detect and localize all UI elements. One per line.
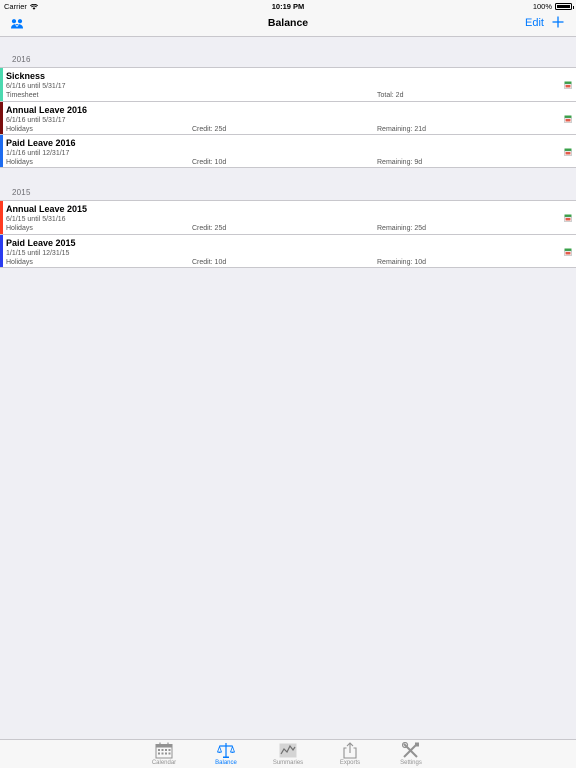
list-item-paid-leave-2015[interactable]: Paid Leave 2015 1/1/15 until 12/31/15 Ho…	[0, 234, 576, 267]
balance-list: 2016 Sickness 6/1/16 until 5/31/17 Times…	[0, 38, 576, 268]
tab-label: Calendar	[151, 760, 177, 766]
battery-icon	[555, 3, 574, 10]
tab-summaries[interactable]: Summaries	[258, 740, 318, 768]
item-dates: 1/1/16 until 12/31/17	[6, 150, 70, 157]
item-remaining: Remaining: 10d	[377, 259, 427, 266]
scale-icon	[217, 743, 235, 758]
color-bar	[0, 201, 3, 234]
item-category: Timesheet	[6, 92, 39, 99]
item-name: Annual Leave 2016	[6, 105, 88, 115]
item-total: Total: 2d	[377, 92, 404, 99]
color-bar	[0, 68, 3, 101]
section-group-2015: Annual Leave 2015 6/1/15 until 5/31/16 H…	[0, 200, 576, 268]
item-category: Holidays	[6, 126, 33, 133]
list-item-annual-leave-2016[interactable]: Annual Leave 2016 6/1/16 until 5/31/17 H…	[0, 101, 576, 134]
holiday-icon	[564, 248, 572, 256]
item-credit: Credit: 25d	[192, 126, 227, 133]
plus-icon[interactable]	[551, 15, 565, 29]
section-header-2015: 2015	[12, 188, 31, 197]
item-name: Paid Leave 2016	[6, 138, 76, 148]
clock: 10:19 PM	[271, 2, 305, 11]
item-credit: Credit: 10d	[192, 159, 227, 166]
item-name: Paid Leave 2015	[6, 238, 76, 248]
item-dates: 6/1/16 until 5/31/17	[6, 83, 66, 90]
color-bar	[0, 235, 3, 267]
color-bar	[0, 102, 3, 134]
item-remaining: Remaining: 25d	[377, 225, 427, 232]
tab-label: Exports	[339, 760, 361, 766]
item-credit: Credit: 25d	[192, 225, 227, 232]
share-icon	[343, 742, 357, 759]
chart-icon	[279, 743, 297, 758]
color-bar	[0, 135, 3, 167]
battery-group: 100%	[532, 2, 574, 11]
holiday-icon	[564, 81, 572, 89]
item-credit: Credit: 10d	[192, 259, 227, 266]
tab-label: Summaries	[272, 760, 304, 766]
page-title: Balance	[267, 17, 309, 29]
battery-percent: 100%	[532, 2, 552, 11]
item-category: Holidays	[6, 225, 33, 232]
tab-label: Balance	[215, 760, 237, 766]
tab-calendar[interactable]: Calendar	[134, 740, 194, 768]
status-bar: Carrier 10:19 PM 100%	[0, 0, 576, 12]
item-category: Holidays	[6, 159, 33, 166]
item-dates: 6/1/16 until 5/31/17	[6, 117, 66, 124]
tab-balance[interactable]: Balance	[196, 740, 256, 768]
item-name: Annual Leave 2015	[6, 204, 88, 214]
holiday-icon	[564, 214, 572, 222]
item-category: Holidays	[6, 259, 33, 266]
item-dates: 1/1/15 until 12/31/15	[6, 250, 70, 257]
list-item-annual-leave-2015[interactable]: Annual Leave 2015 6/1/15 until 5/31/16 H…	[0, 201, 576, 234]
item-remaining: Remaining: 21d	[377, 126, 427, 133]
tab-exports[interactable]: Exports	[320, 740, 380, 768]
tools-icon	[402, 742, 419, 758]
item-name: Sickness	[6, 71, 46, 81]
item-dates: 6/1/15 until 5/31/16	[6, 216, 66, 223]
holiday-icon	[564, 115, 572, 123]
item-remaining: Remaining: 9d	[377, 159, 423, 166]
tab-label: Settings	[400, 760, 422, 766]
navigation-bar: Balance Edit	[0, 12, 576, 37]
section-group-2016: Sickness 6/1/16 until 5/31/17 Timesheet …	[0, 67, 576, 168]
tab-settings[interactable]: Settings	[381, 740, 441, 768]
section-header-2016: 2016	[12, 55, 31, 64]
holiday-icon	[564, 148, 572, 156]
tab-bar: Calendar Balance Summaries Exports Setti…	[0, 739, 576, 768]
list-item-paid-leave-2016[interactable]: Paid Leave 2016 1/1/16 until 12/31/17 Ho…	[0, 134, 576, 167]
calendar-icon	[155, 742, 173, 759]
list-item-sickness[interactable]: Sickness 6/1/16 until 5/31/17 Timesheet …	[0, 68, 576, 101]
edit-button[interactable]: Edit	[525, 17, 544, 29]
